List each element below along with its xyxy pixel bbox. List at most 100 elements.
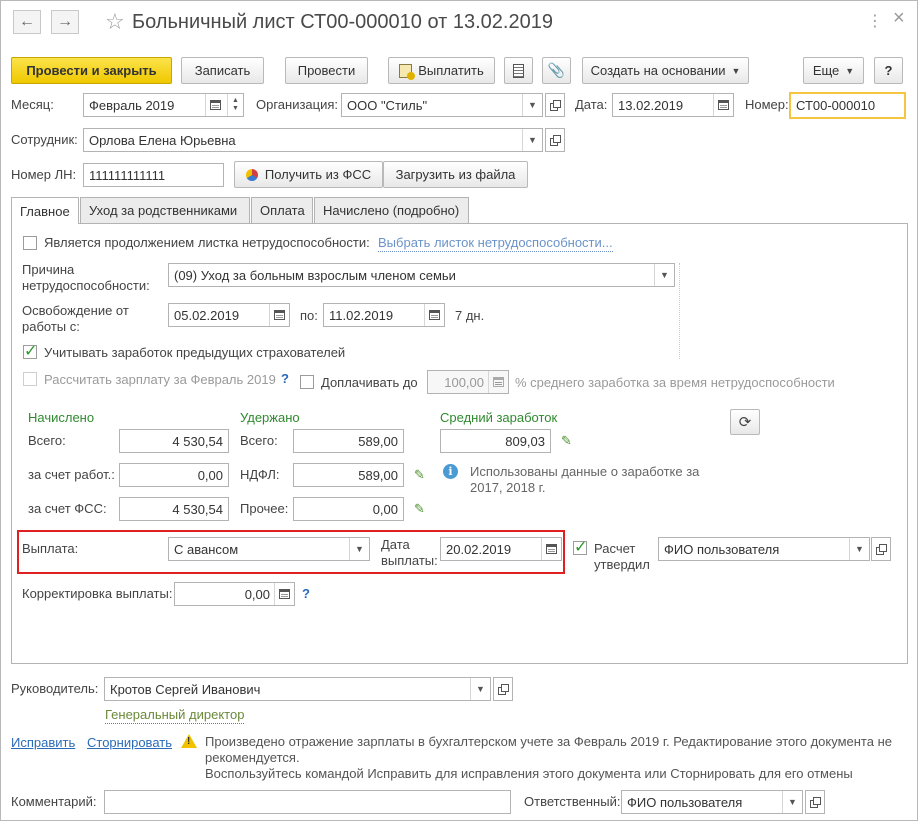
tab-accrued-details[interactable]: Начислено (подробно) (314, 197, 469, 223)
chevron-down-icon[interactable]: ▼ (522, 129, 542, 151)
release-from-field[interactable]: 05.02.2019 (168, 303, 290, 327)
warning-line2: рекомендуется. (205, 750, 300, 765)
more-button[interactable]: Еще ▼ (803, 57, 864, 84)
approver-value: ФИО пользователя (664, 541, 780, 557)
load-from-file-button[interactable]: Загрузить из файла (383, 161, 528, 188)
accrued-employer-field[interactable]: 0,00 (119, 463, 229, 487)
open-window-icon (498, 684, 509, 695)
calendar-icon (429, 310, 440, 320)
calendar-button[interactable] (424, 304, 444, 326)
payment-select[interactable]: С авансом ▼ (168, 537, 370, 561)
month-field[interactable]: Февраль 2019 ▲ ▼ (83, 93, 244, 117)
responsible-open-button[interactable] (805, 790, 825, 814)
accrued-total-label: Всего: (28, 433, 66, 448)
chevron-down-icon[interactable]: ▼ (849, 538, 869, 560)
get-from-fss-button[interactable]: Получить из ФСС (234, 161, 383, 188)
calendar-button[interactable] (713, 94, 733, 116)
tab-main[interactable]: Главное (11, 197, 79, 224)
prev-insurers-checkbox[interactable] (23, 341, 37, 361)
correction-help-icon[interactable]: ? (302, 586, 310, 601)
responsible-field[interactable]: ФИО пользователя ▼ (621, 790, 803, 814)
back-button[interactable]: ← (13, 10, 41, 34)
head-open-button[interactable] (493, 677, 513, 701)
chevron-down-icon[interactable]: ▼ (782, 791, 802, 813)
continuation-label: Является продолжением листка нетрудоспос… (44, 235, 370, 250)
chevron-down-icon[interactable]: ▼ (654, 264, 674, 286)
calc-salary-help-icon[interactable]: ? (281, 371, 289, 386)
pencil-icon[interactable]: ✎ (561, 433, 572, 449)
post-button[interactable]: Провести (285, 57, 368, 84)
approved-checkbox[interactable] (573, 537, 587, 557)
comment-field[interactable] (104, 790, 511, 814)
pay-button[interactable]: Выплатить (388, 57, 495, 84)
post-and-close-button[interactable]: Провести и закрыть (11, 57, 172, 84)
pencil-icon[interactable]: ✎ (414, 501, 425, 517)
create-based-on-button[interactable]: Создать на основании ▼ (582, 57, 749, 84)
date-field[interactable]: 13.02.2019 (612, 93, 734, 117)
withheld-total-field[interactable]: 589,00 (293, 429, 404, 453)
approver-field[interactable]: ФИО пользователя ▼ (658, 537, 870, 561)
accrued-fss-value: 4 530,54 (172, 501, 223, 517)
calendar-button[interactable] (541, 538, 561, 560)
accrued-employer-value: 0,00 (197, 467, 223, 483)
accrued-total-field[interactable]: 4 530,54 (119, 429, 229, 453)
report-button[interactable] (504, 57, 533, 84)
chevron-down-icon[interactable]: ▼ (349, 538, 369, 560)
approved-label-line2: утвердил (594, 557, 650, 572)
storno-link[interactable]: Сторнировать (87, 735, 172, 751)
favorite-star-icon[interactable]: ☆ (105, 9, 125, 35)
responsible-label: Ответственный: (524, 794, 621, 809)
number-field[interactable]: СТ00-000010 (789, 92, 906, 119)
calculator-button[interactable] (488, 371, 508, 393)
withheld-ndfl-field[interactable]: 589,00 (293, 463, 404, 487)
withheld-other-field[interactable]: 0,00 (293, 497, 404, 521)
pencil-icon[interactable]: ✎ (414, 467, 425, 483)
payment-date-field[interactable]: 20.02.2019 (440, 537, 562, 561)
tab-relatives-care[interactable]: Уход за родственниками (80, 197, 250, 223)
release-from-value: 05.02.2019 (174, 307, 240, 323)
choose-sheet-link[interactable]: Выбрать листок нетрудоспособности... (378, 235, 613, 252)
employee-open-button[interactable] (545, 128, 565, 152)
average-info-line1: Использованы данные о заработке за (470, 464, 700, 479)
release-to-value: 11.02.2019 (329, 307, 394, 323)
average-earnings-field[interactable]: 809,03 (440, 429, 551, 453)
write-button[interactable]: Записать (181, 57, 264, 84)
paperclip-icon: 📎 (547, 62, 566, 78)
chevron-down-icon[interactable]: ▼ (470, 678, 490, 700)
correction-field[interactable]: 0,00 (174, 582, 295, 606)
chevron-down-icon[interactable]: ▼ (522, 94, 542, 116)
chevron-down-icon: ▼ (731, 65, 741, 76)
accrued-fss-field[interactable]: 4 530,54 (119, 497, 229, 521)
head-field[interactable]: Кротов Сергей Иванович ▼ (104, 677, 491, 701)
surcharge-checkbox[interactable] (300, 375, 314, 389)
calc-salary-label: Рассчитать зарплату за Февраль 2019 (44, 372, 276, 387)
ln-number-field[interactable]: 111111111111 (83, 163, 224, 187)
payment-date-label-line2: выплаты: (381, 553, 438, 568)
continuation-checkbox[interactable] (23, 236, 37, 250)
reason-label-line1: Причина (22, 262, 75, 277)
organization-field[interactable]: ООО "Стиль" ▼ (341, 93, 543, 117)
info-icon: i (443, 464, 458, 479)
release-label-line2: работы с: (22, 319, 80, 334)
more-vertical-icon[interactable]: ⋮ (867, 11, 883, 31)
calendar-button[interactable] (269, 304, 289, 326)
employee-field[interactable]: Орлова Елена Юрьевна ▼ (83, 128, 543, 152)
month-stepper[interactable]: ▲ ▼ (227, 94, 243, 116)
calendar-button[interactable] (205, 94, 225, 116)
attachment-button[interactable]: 📎 (542, 57, 571, 84)
forward-button[interactable]: → (51, 10, 79, 34)
close-icon[interactable]: × (893, 7, 905, 30)
approver-open-button[interactable] (871, 537, 891, 561)
calendar-icon (274, 310, 285, 320)
organization-open-button[interactable] (545, 93, 565, 117)
surcharge-percent-value: 100,00 (444, 374, 484, 390)
surcharge-percent-field[interactable]: 100,00 (427, 370, 509, 394)
reason-select[interactable]: (09) Уход за больным взрослым членом сем… (168, 263, 675, 287)
help-button[interactable]: ? (874, 57, 903, 84)
release-to-field[interactable]: 11.02.2019 (323, 303, 445, 327)
tab-payment[interactable]: Оплата (251, 197, 313, 223)
refresh-button[interactable]: ⟳ (730, 409, 760, 435)
calc-salary-checkbox[interactable] (23, 372, 37, 386)
calculator-button[interactable] (274, 583, 294, 605)
fix-link[interactable]: Исправить (11, 735, 75, 751)
